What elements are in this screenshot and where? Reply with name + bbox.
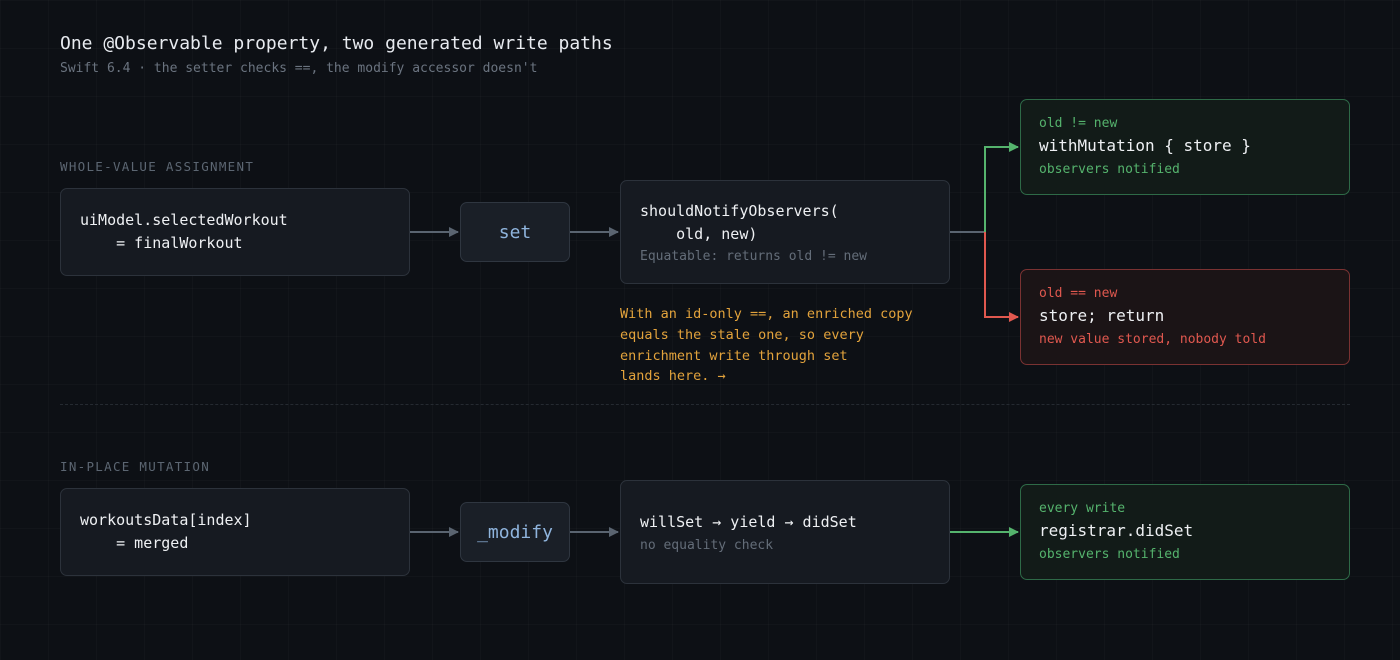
will-set-yield-box: willSet → yield → didSet no equality che… bbox=[620, 480, 950, 584]
section-label-whole-value: WHOLE-VALUE ASSIGNMENT bbox=[60, 159, 255, 174]
outcome-every-write-condition: every write bbox=[1039, 501, 1126, 516]
arrow-branch-notify bbox=[984, 142, 1019, 232]
set-accessor-box: set bbox=[460, 202, 570, 262]
will-set-yield-code: willSet → yield → didSet bbox=[640, 513, 857, 531]
section-label-in-place: IN-PLACE MUTATION bbox=[60, 459, 211, 474]
modify-accessor-box: _modify bbox=[460, 502, 570, 562]
outcome-notify-condition: old != new bbox=[1039, 116, 1118, 131]
outcome-notify-box: old != new withMutation { store } observ… bbox=[1020, 99, 1350, 195]
should-notify-note: Equatable: returns old != new bbox=[640, 249, 867, 264]
outcome-silent-condition: old == new bbox=[1039, 286, 1118, 301]
section-divider bbox=[60, 404, 1350, 405]
outcome-silent-note: new value stored, nobody told bbox=[1039, 332, 1266, 347]
outcome-every-write-code: registrar.didSet bbox=[1039, 521, 1194, 540]
outcome-every-write-note: observers notified bbox=[1039, 547, 1180, 562]
page-title: One @Observable property, two generated … bbox=[60, 33, 613, 54]
outcome-silent-code: store; return bbox=[1039, 306, 1165, 325]
modify-accessor-label: _modify bbox=[477, 521, 553, 543]
set-accessor-label: set bbox=[498, 221, 532, 243]
in-place-source-box: workoutsData[index] = merged bbox=[60, 488, 410, 576]
will-set-yield-note: no equality check bbox=[640, 538, 774, 553]
whole-value-source-code: uiModel.selectedWorkout = finalWorkout bbox=[80, 211, 288, 252]
outcome-notify-code: withMutation { store } bbox=[1039, 136, 1251, 155]
outcome-silent-box: old == new store; return new value store… bbox=[1020, 269, 1350, 365]
id-only-equality-annotation: With an id-only ==, an enriched copy equ… bbox=[620, 306, 913, 385]
in-place-source-code: workoutsData[index] = merged bbox=[80, 511, 252, 552]
outcome-notify-note: observers notified bbox=[1039, 162, 1180, 177]
arrow-branch-silent bbox=[984, 232, 1019, 322]
should-notify-code: shouldNotifyObservers( old, new) bbox=[640, 202, 839, 243]
should-notify-box: shouldNotifyObservers( old, new) Equatab… bbox=[620, 180, 950, 284]
page-subtitle: Swift 6.4 · the setter checks ==, the mo… bbox=[60, 61, 538, 76]
whole-value-source-box: uiModel.selectedWorkout = finalWorkout bbox=[60, 188, 410, 276]
outcome-every-write-box: every write registrar.didSet observers n… bbox=[1020, 484, 1350, 580]
